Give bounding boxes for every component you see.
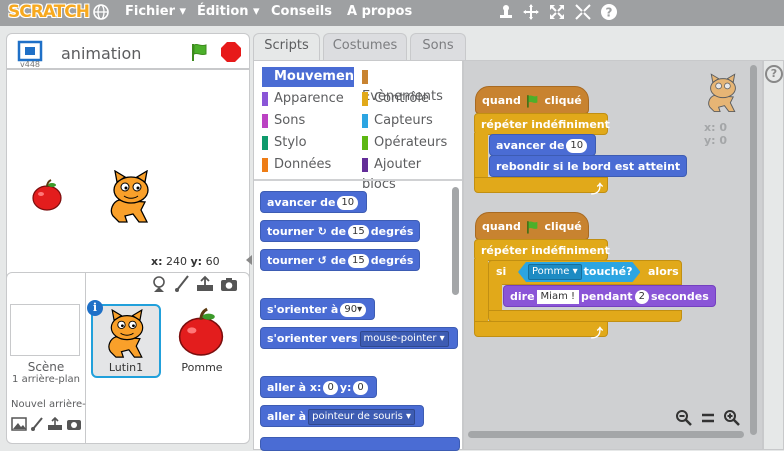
rotate-right-icon: ↻ [317,225,327,238]
script-area-vscrollbar[interactable] [750,65,757,435]
block-bounce[interactable]: rebondir si le bord est atteint [489,155,688,177]
block-when-flag-clicked[interactable]: quand cliqué [475,86,589,114]
help-icon[interactable]: ? [765,65,783,83]
sprite-thumb-lutin1[interactable]: i Lutin1 [87,300,161,378]
loop-arrow-icon: ⤴ [591,182,604,196]
x-value: 240 [166,255,187,268]
block-point-towards[interactable]: s'orienter vers mouse-pointer ▾ [260,327,458,349]
svg-text:?: ? [606,6,613,20]
block-when-flag-clicked[interactable]: quand cliqué [475,212,589,240]
menu-tips[interactable]: Conseils [271,4,332,19]
block-glide-partial[interactable] [260,437,460,451]
sprite-library-icon[interactable] [150,275,168,296]
category-events[interactable]: Evènements [362,67,454,104]
menu-bar: SCRATCH Fichier ▾ Édition ▾ Conseils A p… [0,0,784,26]
block-goto[interactable]: aller à pointeur de souris ▾ [260,405,425,427]
stage-pane: v448 animation x: 240 y: 60 [6,33,252,285]
project-title[interactable]: animation [61,44,141,63]
category-sound[interactable]: Sons [262,111,305,131]
mouse-coordinates: x: 240 y: 60 [151,255,220,268]
sprite-thumb-pomme[interactable]: Pomme [167,304,237,378]
cut-icon[interactable] [522,3,540,21]
block-turn-right[interactable]: tourner ↻ de 15 degrés [260,220,421,242]
zoom-controls [675,409,741,430]
scene-label: Scène [27,360,65,374]
block-point-direction[interactable]: s'orienter à 90▾ [260,298,376,320]
camera-icon[interactable] [66,417,82,434]
palette-divider [254,179,462,181]
stop-icon[interactable] [220,41,242,66]
block-move[interactable]: avancer de 10 [489,134,597,156]
apple-sprite[interactable] [30,178,64,215]
zoom-out-icon[interactable] [675,409,693,430]
tab-sounds[interactable]: Sons [410,33,466,61]
collapse-stage-arrow[interactable] [246,255,252,265]
grow-icon[interactable] [548,3,566,21]
scratch-logo[interactable]: SCRATCH [8,2,90,22]
sprite-pane: Scène 1 arrière-plan Nouvel arrière- i L… [6,272,250,444]
block-turn-left[interactable]: tourner ↺ de 15 degrés [260,249,421,271]
new-backdrop-tools [11,416,82,434]
stage-header: v448 animation [6,33,250,69]
cat-thumbnail [103,308,151,364]
new-backdrop-label: Nouvel arrière- [11,399,86,410]
palette-scrollbar[interactable] [452,187,459,295]
apple-thumbnail [173,306,229,361]
zoom-reset-icon[interactable] [699,409,717,430]
tab-scripts[interactable]: Scripts [253,33,320,61]
menu-file[interactable]: Fichier ▾ [125,4,186,19]
script-area-hscrollbar[interactable] [468,431,744,438]
image-icon[interactable] [11,417,27,434]
sprite-y: y: 0 [704,134,728,147]
sprite-name: Lutin1 [108,361,144,374]
block-goto-xy[interactable]: aller à x: 0 y: 0 [260,376,377,398]
block-touching[interactable]: Pomme ▾ touché? [518,262,640,282]
scene-backdrop-count: 1 arrière-plan [12,374,80,385]
shrink-icon[interactable] [574,3,592,21]
category-more-blocks[interactable]: Ajouter blocs [362,155,454,192]
upload-icon[interactable] [47,416,63,434]
x-label: x: [151,255,163,268]
y-value: 60 [205,255,220,268]
tab-costumes[interactable]: Costumes [323,33,407,61]
rotate-left-icon: ↺ [317,254,327,267]
category-motion[interactable]: Mouvement [262,67,360,87]
loop-arrow-icon: ⤴ [591,326,604,340]
paintbrush-icon[interactable] [174,275,190,296]
help-strip: ? [763,60,784,450]
version-label: v448 [20,60,41,69]
menu-about[interactable]: A propos [347,4,412,19]
category-looks[interactable]: Apparence [262,89,344,109]
block-palette: Mouvement Evènements Apparence Contrôle … [253,60,463,451]
divider [85,273,86,443]
stage-canvas[interactable] [6,69,250,285]
green-flag-icon [525,220,541,234]
category-operators[interactable]: Opérateurs [362,133,447,153]
camera-icon[interactable] [220,275,238,296]
paintbrush-icon[interactable] [30,417,44,434]
stamp-icon[interactable] [497,3,515,21]
globe-icon[interactable] [92,3,110,21]
sprite-name: Pomme [181,361,223,374]
info-icon[interactable]: i [87,300,103,316]
green-flag-icon[interactable] [189,41,211,66]
sprite-preview-cat [704,73,742,118]
sprite-x: x: 0 [704,121,727,134]
category-data[interactable]: Données [262,155,331,175]
block-move[interactable]: avancer de 10 [260,191,368,213]
menu-edit[interactable]: Édition ▾ [197,4,260,19]
block-say-for-secs[interactable]: dire Miam ! pendant 2 secondes [503,285,716,307]
scene-thumbnail[interactable] [10,304,80,356]
category-control[interactable]: Contrôle [362,89,429,109]
script-area[interactable]: x: 0 y: 0 quand cliqué répéter indéfinim… [463,60,763,450]
category-pen[interactable]: Stylo [262,133,307,153]
y-label: y: [190,255,203,268]
cat-sprite[interactable] [105,169,157,229]
new-sprite-tools [150,275,238,296]
help-icon[interactable]: ? [600,3,618,21]
zoom-in-icon[interactable] [723,409,741,430]
upload-icon[interactable] [196,275,214,296]
category-sensing[interactable]: Capteurs [362,111,433,131]
green-flag-icon [525,94,541,108]
